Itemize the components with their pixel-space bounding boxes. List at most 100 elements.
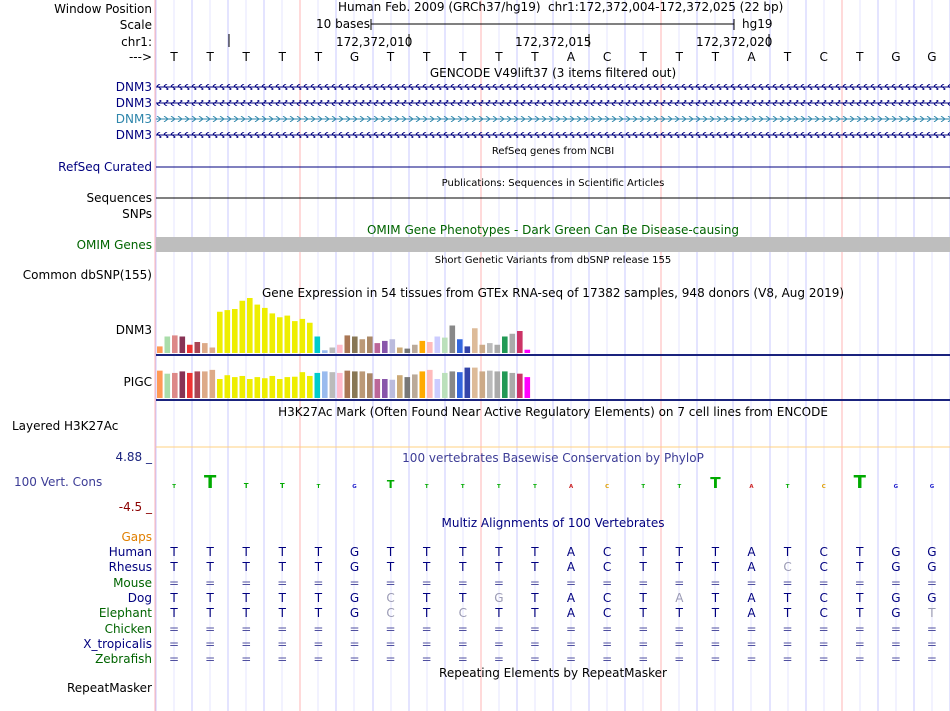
gtex-bar-pigc: [164, 373, 171, 398]
aligned-base: C: [819, 560, 828, 575]
reference-base: T: [386, 50, 395, 64]
gencode-item-4[interactable]: DNM3: [0, 128, 152, 142]
publications-line[interactable]: [156, 197, 950, 199]
aligned-base: =: [890, 652, 901, 667]
aligned-base: =: [205, 652, 216, 667]
aligned-base: =: [926, 652, 937, 667]
gtex-bar-pigc: [254, 377, 261, 398]
aligned-base: =: [493, 575, 504, 590]
aligned-base: =: [169, 652, 180, 667]
cons-letter: T: [425, 484, 429, 490]
aligned-base: =: [602, 621, 613, 636]
aligned-base: A: [566, 590, 576, 605]
aligned-base: T: [856, 590, 864, 605]
cons-letter: G: [930, 484, 935, 490]
gtex-gene-pigc[interactable]: PIGC: [0, 375, 152, 389]
omim-genes-label[interactable]: OMIM Genes: [0, 238, 152, 252]
repeatmasker-track-title: Repeating Elements by RepeatMasker: [439, 666, 667, 680]
aligned-base: A: [566, 545, 576, 559]
gtex-bar-dnm3: [157, 346, 163, 353]
aligned-base: T: [928, 606, 936, 621]
gaps-label[interactable]: Gaps: [0, 530, 152, 544]
reference-base: T: [675, 50, 683, 64]
gtex-gene-dnm3[interactable]: DNM3: [0, 323, 152, 337]
aligned-base: T: [242, 560, 250, 575]
aligned-base: =: [241, 621, 252, 636]
aligned-base: T: [386, 545, 395, 559]
gtex-bar-dnm3: [217, 311, 223, 353]
aligned-base: A: [747, 590, 756, 605]
gtex-bar-dnm3: [479, 344, 486, 353]
aligned-base: =: [638, 636, 649, 651]
cons-letter: A: [569, 484, 574, 490]
aligned-base: T: [711, 560, 720, 575]
aligned-base: =: [493, 636, 504, 651]
aligned-base: =: [638, 575, 649, 590]
gtex-bar-dnm3: [194, 342, 201, 353]
snps-label[interactable]: SNPs: [0, 207, 152, 221]
aligned-base: T: [314, 606, 323, 621]
aligned-base: =: [674, 652, 685, 667]
aligned-base: G: [891, 590, 901, 605]
gencode-item-2[interactable]: DNM3: [0, 96, 152, 110]
gtex-bar-pigc: [389, 379, 396, 398]
aligned-base: =: [818, 636, 829, 651]
gtex-bar-dnm3: [457, 339, 463, 353]
reference-base: T: [783, 50, 792, 64]
gtex-bar-dnm3: [419, 340, 426, 353]
gtex-bar-dnm3: [502, 336, 508, 353]
aligned-base: T: [495, 606, 503, 621]
aligned-base: =: [566, 652, 577, 667]
aligned-base: C: [602, 545, 612, 559]
omim-gene-bar[interactable]: [156, 237, 950, 252]
aligned-base: T: [314, 560, 323, 575]
gtex-bar-dnm3: [524, 349, 531, 353]
species-alignment-row: = = = = = = = = = = = = = = = = = = = = = =: [0, 652, 950, 666]
aligned-base: =: [710, 621, 721, 636]
gtex-bar-dnm3: [202, 343, 208, 353]
aligned-base: =: [710, 575, 721, 590]
aligned-base: A: [566, 606, 576, 621]
gtex-bar-dnm3: [412, 344, 418, 353]
refseq-curated-label[interactable]: RefSeq Curated: [0, 160, 152, 174]
aligned-base: =: [818, 621, 829, 636]
h3k27ac-baseline: [156, 446, 950, 448]
aligned-base: =: [782, 636, 793, 651]
aligned-base: =: [710, 652, 721, 667]
aligned-base: T: [459, 590, 467, 605]
common-dbsnp-label[interactable]: Common dbSNP(155): [0, 268, 152, 282]
gtex-bar-dnm3: [329, 347, 336, 353]
layered-h3k27ac-label[interactable]: Layered H3K27Ac: [12, 419, 118, 433]
cons-logo[interactable]: TTTTTGTTTTTACTTTATCTGG: [156, 470, 950, 498]
sequences-label[interactable]: Sequences: [0, 191, 152, 205]
aligned-base: T: [711, 590, 720, 605]
aligned-base: G: [927, 590, 937, 605]
gtex-expression-bars[interactable]: [156, 298, 950, 402]
gencode-item-1[interactable]: DNM3: [0, 80, 152, 94]
aligned-base: =: [349, 636, 360, 651]
aligned-base: =: [205, 636, 216, 651]
cons-letter: T: [786, 484, 790, 490]
aligned-base: C: [386, 606, 395, 621]
scale-bar: [370, 19, 735, 30]
gencode-item-3[interactable]: DNM3: [0, 112, 152, 126]
aligned-base: =: [566, 575, 577, 590]
repeatmasker-label[interactable]: RepeatMasker: [0, 681, 152, 695]
aligned-base: =: [674, 621, 685, 636]
omim-track-title: OMIM Gene Phenotypes - Dark Green Can Be…: [366, 223, 740, 237]
reference-base: G: [891, 50, 901, 64]
gtex-bar-dnm3: [232, 309, 238, 353]
aligned-base: C: [819, 590, 828, 605]
reference-base: T: [639, 50, 647, 64]
gtex-bar-pigc: [202, 371, 208, 398]
gtex-bar-dnm3: [494, 344, 501, 353]
gencode-transcripts[interactable]: [156, 80, 950, 142]
reference-base: G: [349, 50, 360, 64]
gtex-bar-dnm3: [254, 304, 261, 353]
gtex-bar-dnm3: [434, 336, 441, 353]
ruler-ticks: [228, 34, 770, 47]
gtex-bar-pigc: [224, 375, 231, 398]
refseq-line[interactable]: [156, 166, 950, 168]
aligned-base: G: [891, 560, 901, 575]
vert-cons-label[interactable]: 100 Vert. Cons: [14, 475, 102, 489]
